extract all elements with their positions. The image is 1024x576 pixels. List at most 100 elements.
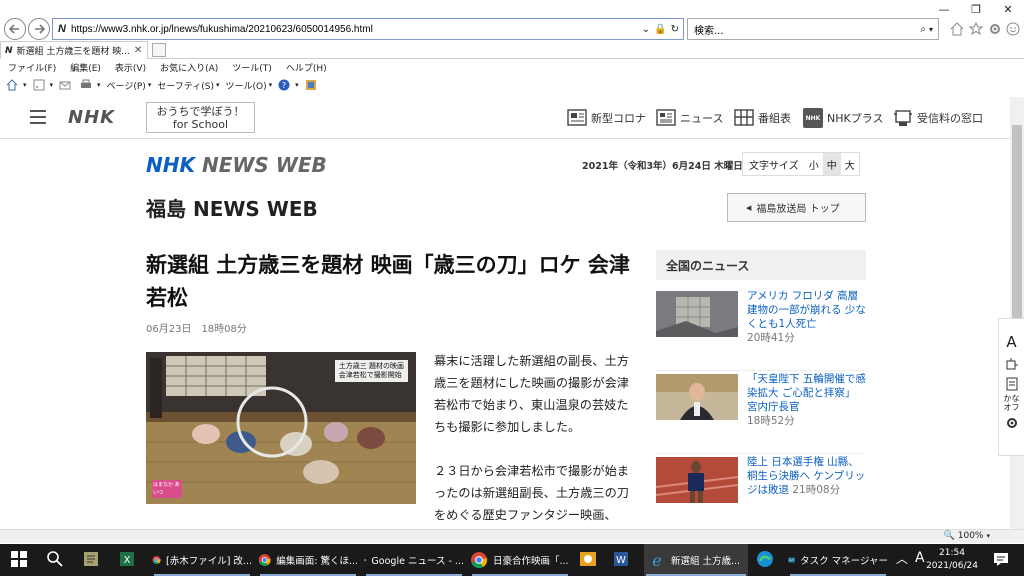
photo-caption-line1: 土方歳三 題材の映画	[338, 362, 404, 370]
zoom-level: 100%	[957, 531, 984, 541]
font-size-small[interactable]: 小	[805, 153, 823, 175]
hamburger-menu-icon[interactable]	[30, 110, 46, 124]
search-dropdown-icon[interactable]: ⌄	[642, 24, 650, 35]
safety-cmd-button[interactable]: セーフティ(S) ▾	[157, 79, 219, 92]
feeds-cmd-button[interactable]: ▾	[33, 79, 53, 91]
menu-tools[interactable]: ツール(T)	[232, 61, 272, 74]
taskbar-app-chrome-3[interactable]: Google ニュース - ...	[364, 544, 464, 576]
station-top-button[interactable]: ◀ 福島放送局 トップ	[727, 193, 866, 222]
svg-text:W: W	[616, 555, 626, 566]
notepad-app-icon[interactable]	[82, 550, 102, 570]
address-bar[interactable]: N https://www3.nhk.or.jp/lnews/fukushima…	[52, 18, 684, 40]
menu-bar: ファイル(F) 編集(E) 表示(V) お気に入り(A) ツール(T) ヘルプ(…	[0, 59, 333, 75]
excel-app-icon[interactable]: X	[118, 550, 138, 570]
search-icon[interactable]: ⌕	[920, 24, 926, 35]
nav-schedule[interactable]: 番組表	[734, 108, 791, 128]
nav-news[interactable]: ニュース	[656, 108, 723, 128]
zoom-dropdown-icon[interactable]: ▾	[986, 532, 990, 540]
sidebar-news-item-3[interactable]: 陸上 日本選手権 山縣、桐生ら決勝へ ケンブリッジは敗退 21時08分	[656, 456, 866, 527]
arrow-left-icon	[9, 24, 19, 34]
nav-fee[interactable]: 受信料の窓口	[893, 108, 983, 128]
settings-gear-icon[interactable]	[999, 416, 1024, 430]
browser-chrome: — ❐ ✕ N https://www3.nhk.or.jp/lnews/fuk…	[0, 0, 1024, 96]
newspaper-icon	[656, 109, 676, 126]
taskbar-app-label: Google ニュース - ...	[371, 556, 464, 567]
settings-gear-icon[interactable]	[988, 22, 1002, 36]
mail-cmd-button[interactable]	[59, 79, 74, 91]
windows-start-icon[interactable]	[10, 550, 30, 570]
home-cmd-button[interactable]: ▾	[6, 79, 27, 91]
favorites-star-icon[interactable]	[969, 22, 983, 36]
search-input[interactable]: 検索... ⌕ ▾	[687, 18, 939, 40]
news-item-time: 20時41分	[747, 332, 795, 344]
search-dropdown-icon[interactable]: ▾	[929, 25, 933, 34]
image-app-icon[interactable]	[579, 550, 599, 570]
safety-cmd-label: セーフティ(S)	[157, 81, 214, 92]
nav-corona[interactable]: 新型コロナ	[567, 108, 646, 128]
notification-icon[interactable]	[992, 550, 1012, 570]
page-cmd-button[interactable]: ページ(P) ▾	[107, 79, 152, 92]
chrome-icon	[258, 554, 271, 566]
news-item-title: アメリカ フロリダ 高層建物の一部が崩れる 少なくとも1人死亡 20時41分	[747, 289, 867, 345]
scrollbar-thumb[interactable]	[1012, 125, 1022, 325]
research-cmd-button[interactable]	[305, 79, 320, 91]
taskbar-app-taskmgr[interactable]: タスク マネージャー	[788, 544, 888, 576]
nhk-news-web-logo[interactable]: NHK NEWS WEB	[146, 153, 327, 177]
edge-app-icon[interactable]	[756, 550, 776, 570]
feedback-smiley-icon[interactable]	[1006, 22, 1020, 36]
taskbar-app-chrome-1[interactable]: [赤木ファイル] 改...	[152, 544, 252, 576]
help-icon: ?	[278, 79, 290, 91]
menu-view[interactable]: 表示(V)	[115, 61, 146, 74]
taskbar-app-label: 日豪合作映画「...	[493, 556, 569, 567]
font-size-a-icon[interactable]: A	[999, 333, 1024, 351]
taskbar-app-ie-active[interactable]: e 新選組 土方歳...	[644, 544, 748, 576]
taskbar-app-chrome-4[interactable]: 日豪合作映画「...	[470, 544, 570, 576]
taskbar-app-label: 編集画面: 驚くほ...	[276, 556, 358, 567]
word-app-icon[interactable]: W	[612, 550, 632, 570]
reader-icon[interactable]	[999, 377, 1024, 391]
sidebar-news-item-2[interactable]: 「天皇陛下 五輪開催で感染拡大 ご心配と拝察」 宮内庁長官 18時52分	[656, 373, 866, 454]
home-icon[interactable]	[950, 22, 964, 36]
vertical-scrollbar[interactable]	[1010, 97, 1024, 529]
tools-cmd-button[interactable]: ツール(O) ▾	[226, 79, 273, 92]
tab-active[interactable]: N 新選組 土方歳三を題材 映... ✕	[0, 41, 148, 59]
photo-caption-line2: 会津若松で撮影開始	[338, 371, 402, 379]
font-size-large[interactable]: 大	[841, 153, 859, 175]
close-window-button[interactable]: ✕	[992, 0, 1024, 18]
sidebar-news-item-1[interactable]: アメリカ フロリダ 高層建物の一部が崩れる 少なくとも1人死亡 20時41分	[656, 289, 867, 371]
system-clock[interactable]: 21:54 2021/06/24	[924, 547, 980, 573]
restore-button[interactable]: ❐	[960, 0, 992, 18]
lock-icon[interactable]: 🔒	[654, 24, 666, 35]
taskbar-app-label: 新選組 土方歳...	[671, 556, 741, 567]
taskbar-app-chrome-2[interactable]: 編集画面: 驚くほ...	[258, 544, 358, 576]
minimize-button[interactable]: —	[928, 0, 960, 18]
forward-nav-button[interactable]	[28, 18, 50, 40]
nav-corona-label: 新型コロナ	[591, 112, 646, 125]
speech-icon[interactable]	[999, 357, 1024, 371]
back-nav-button[interactable]	[4, 18, 26, 40]
accessibility-toolbar: A かな オフ	[998, 318, 1024, 456]
rss-icon	[33, 79, 45, 91]
menu-edit[interactable]: 編集(E)	[70, 61, 101, 74]
menu-file[interactable]: ファイル(F)	[8, 61, 56, 74]
current-date: 2021年（令和3年）6月24日 木曜日	[582, 161, 743, 172]
search-icon[interactable]	[46, 550, 66, 570]
refresh-icon[interactable]: ↻	[671, 24, 679, 35]
nhk-logo[interactable]: NHK	[68, 107, 115, 128]
kana-off-toggle[interactable]: かな オフ	[999, 394, 1024, 412]
help-cmd-button[interactable]: ? ▾	[278, 79, 299, 91]
for-school-line2: for School	[172, 118, 229, 131]
font-size-medium[interactable]: 中	[822, 153, 841, 175]
for-school-link[interactable]: おうちで学ぼう！ for School	[146, 102, 255, 133]
brand-nhk: NHK	[146, 153, 195, 177]
print-cmd-button[interactable]: ▾	[80, 79, 101, 91]
menu-favorites[interactable]: お気に入り(A)	[160, 61, 218, 74]
chevron-up-icon[interactable]: ︿	[896, 550, 916, 570]
clock-time: 21:54	[939, 548, 965, 558]
menu-help[interactable]: ヘルプ(H)	[286, 61, 327, 74]
close-tab-icon[interactable]: ✕	[134, 45, 142, 56]
nav-nhkplus[interactable]: NHK NHKプラス	[803, 108, 884, 128]
new-tab-button[interactable]	[152, 43, 166, 57]
zoom-control[interactable]: 🔍 100% ▾	[944, 531, 990, 541]
task-manager-icon	[788, 557, 795, 563]
